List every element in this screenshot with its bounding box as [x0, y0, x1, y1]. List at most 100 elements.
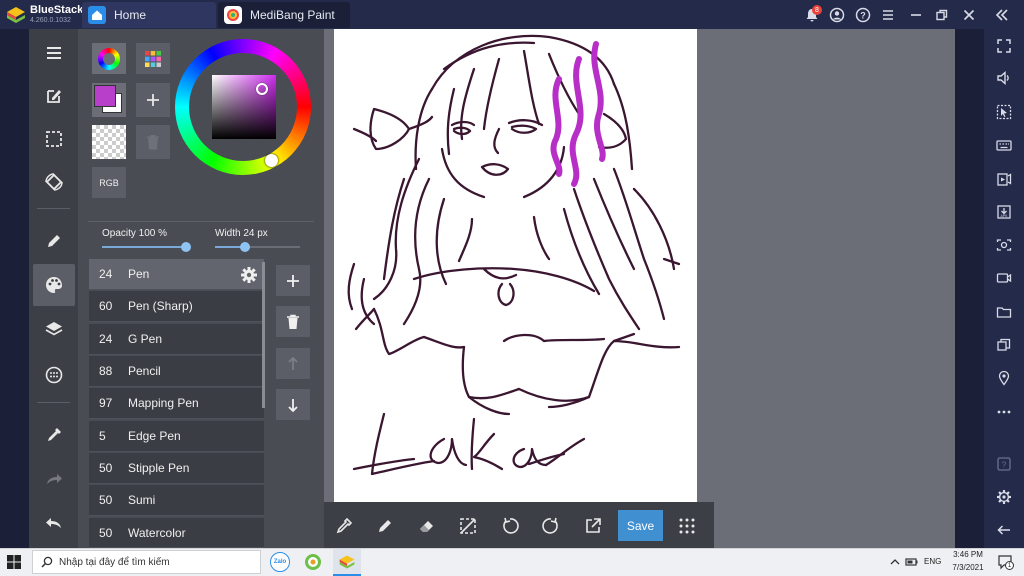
- pen-icon[interactable]: [371, 512, 399, 540]
- svg-text:?: ?: [1002, 461, 1007, 470]
- palette-icon[interactable]: [29, 264, 78, 306]
- materials-icon[interactable]: [29, 354, 78, 396]
- rotate-right-icon[interactable]: [537, 512, 565, 540]
- action-center-badge: 1: [1005, 561, 1014, 570]
- keyboard-icon[interactable]: [984, 130, 1024, 160]
- brush-row[interactable]: 50 Stipple Pen: [89, 453, 264, 484]
- tab-home-label: Home: [114, 8, 147, 22]
- transparent-color-swatch[interactable]: [92, 125, 126, 159]
- back-arrow-icon[interactable]: [984, 515, 1024, 545]
- volume-icon[interactable]: [984, 63, 1024, 93]
- selection-icon[interactable]: [29, 118, 78, 160]
- brush-row[interactable]: 50 Sumi: [89, 485, 264, 516]
- delete-brush-button[interactable]: [276, 306, 310, 337]
- bluestacks-logo-icon: [5, 4, 27, 26]
- minimize-icon[interactable]: [906, 5, 926, 25]
- install-apk-icon[interactable]: APK: [984, 197, 1024, 227]
- add-brush-button[interactable]: [276, 265, 310, 296]
- sidebar-help-icon[interactable]: ?: [984, 449, 1024, 479]
- tray-chevron-up-icon[interactable]: [889, 556, 901, 568]
- grid-menu-icon[interactable]: [673, 512, 701, 540]
- brush-name: Pencil: [128, 364, 161, 378]
- screenshot-icon[interactable]: [984, 230, 1024, 260]
- taskbar-search-box[interactable]: Nhập tại đây để tìm kiếm: [32, 550, 261, 574]
- opacity-slider-thumb[interactable]: [181, 242, 191, 252]
- brush-row[interactable]: 97 Mapping Pen: [89, 388, 264, 419]
- rotate-left-icon[interactable]: [496, 512, 524, 540]
- brush-row[interactable]: 60 Pen (Sharp): [89, 291, 264, 322]
- taskbar-time: 3:46 PM: [953, 550, 983, 559]
- taskbar-date: 7/3/2021: [952, 563, 984, 572]
- notification-bell-icon[interactable]: 8: [802, 5, 822, 25]
- emulator-gutter: [955, 29, 984, 548]
- settings-icon[interactable]: [984, 482, 1024, 512]
- primary-secondary-swatch[interactable]: [92, 83, 126, 117]
- eraser-icon[interactable]: [413, 512, 441, 540]
- menu-icon[interactable]: [878, 5, 898, 25]
- hue-picker-handle[interactable]: [265, 154, 278, 167]
- primary-color-swatch: [94, 85, 116, 107]
- account-icon[interactable]: [827, 5, 847, 25]
- edit-document-icon[interactable]: [29, 75, 78, 117]
- screen-record-icon[interactable]: [984, 164, 1024, 194]
- save-button[interactable]: Save: [618, 510, 663, 541]
- svg-text:?: ?: [860, 11, 866, 21]
- palette-mode-button[interactable]: [136, 43, 170, 74]
- redo-icon[interactable]: [29, 458, 78, 500]
- main-menu-icon[interactable]: [29, 32, 78, 74]
- brush-width: 88: [99, 364, 113, 378]
- windows-start-icon[interactable]: [6, 554, 22, 570]
- undo-icon[interactable]: [29, 502, 78, 544]
- pointer-lock-icon[interactable]: [984, 97, 1024, 127]
- zalo-app-icon[interactable]: Zalo: [270, 552, 290, 572]
- add-color-button[interactable]: [136, 83, 170, 117]
- collapse-sidebar-icon[interactable]: [992, 5, 1012, 25]
- drawing-canvas[interactable]: [334, 29, 697, 502]
- arrow-down-icon: [288, 398, 298, 412]
- battery-icon[interactable]: [905, 556, 919, 568]
- brush-width: 50: [99, 461, 113, 475]
- gear-icon[interactable]: [239, 265, 259, 285]
- bluestacks-taskbar-icon[interactable]: [333, 549, 361, 576]
- action-center-icon[interactable]: 1: [997, 554, 1015, 570]
- layers-icon[interactable]: [29, 308, 78, 350]
- move-brush-up-button[interactable]: [276, 348, 310, 379]
- transform-icon[interactable]: [29, 161, 78, 203]
- tab-medibang-paint[interactable]: MediBang Paint: [218, 2, 350, 28]
- brush-row[interactable]: 5 Edge Pen: [89, 421, 264, 452]
- move-brush-down-button[interactable]: [276, 389, 310, 420]
- medibang-taskbar-icon[interactable]: [303, 552, 323, 572]
- eyedropper-icon[interactable]: [330, 512, 358, 540]
- help-icon[interactable]: ?: [853, 5, 873, 25]
- brush-list-scrollbar[interactable]: [262, 262, 265, 408]
- share-export-icon[interactable]: [579, 512, 607, 540]
- color-wheel-mode-button[interactable]: [92, 43, 126, 74]
- brush-row-selected[interactable]: 24 Pen: [89, 259, 264, 290]
- opacity-slider-track[interactable]: [102, 246, 188, 248]
- location-icon[interactable]: [984, 363, 1024, 393]
- deselect-icon[interactable]: [454, 512, 482, 540]
- folder-icon[interactable]: [984, 297, 1024, 327]
- width-slider-thumb[interactable]: [240, 242, 250, 252]
- restore-icon[interactable]: [932, 5, 952, 25]
- close-icon[interactable]: [959, 5, 979, 25]
- delete-color-button[interactable]: [136, 125, 170, 159]
- sv-picker-handle[interactable]: [256, 83, 268, 95]
- multi-instance-icon[interactable]: [984, 330, 1024, 360]
- color-grid-icon: [145, 50, 161, 67]
- tab-home[interactable]: Home: [82, 2, 216, 28]
- brush-row[interactable]: 88 Pencil: [89, 356, 264, 387]
- pen-tool-icon[interactable]: [29, 220, 78, 262]
- eyedropper-tool-icon[interactable]: [29, 414, 78, 456]
- sketch-drawing: [347, 34, 681, 476]
- rgb-mode-button[interactable]: RGB: [92, 167, 126, 198]
- brush-row[interactable]: 24 G Pen: [89, 324, 264, 355]
- fullscreen-icon[interactable]: [984, 31, 1024, 61]
- svg-text:APK: APK: [1000, 214, 1008, 218]
- more-options-icon[interactable]: [984, 397, 1024, 427]
- brush-row[interactable]: 50 Watercolor: [89, 518, 264, 548]
- brush-width: 24: [99, 267, 113, 281]
- language-indicator[interactable]: ENG: [924, 557, 941, 566]
- brush-width: 50: [99, 493, 113, 507]
- video-icon[interactable]: [984, 263, 1024, 293]
